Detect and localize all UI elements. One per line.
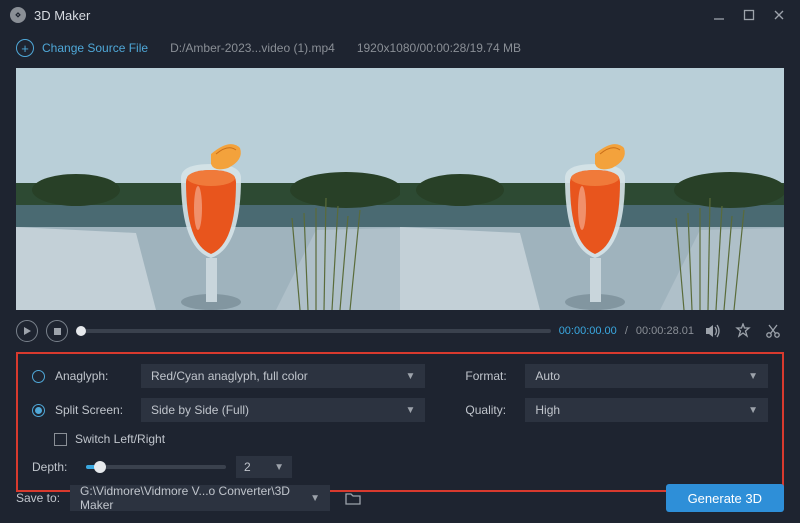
chevron-down-icon: ▼	[405, 405, 415, 416]
duration-time: 00:00:28.01	[636, 325, 694, 337]
save-to-label: Save to:	[16, 491, 60, 505]
minimize-button[interactable]	[704, 0, 734, 30]
playback-bar: 00:00:00.00 / 00:00:28.01	[16, 316, 784, 346]
settings-panel: Anaglyph: Red/Cyan anaglyph, full color …	[16, 352, 784, 492]
anaglyph-label: Anaglyph:	[55, 369, 131, 383]
depth-label: Depth:	[32, 460, 76, 474]
save-path-dropdown[interactable]: G:\Vidmore\Vidmore V...o Converter\3D Ma…	[70, 485, 330, 511]
anaglyph-radio[interactable]	[32, 370, 45, 383]
anaglyph-dropdown[interactable]: Red/Cyan anaglyph, full color ▼	[141, 364, 425, 388]
preview-right-pane	[400, 68, 784, 310]
duration-separator: /	[625, 325, 628, 337]
format-label: Format:	[465, 369, 515, 383]
open-folder-button[interactable]	[340, 485, 366, 511]
depth-thumb[interactable]	[94, 461, 106, 473]
format-value: Auto	[535, 369, 560, 383]
split-screen-value: Side by Side (Full)	[151, 403, 249, 417]
anaglyph-value: Red/Cyan anaglyph, full color	[151, 369, 308, 383]
cut-button[interactable]	[762, 320, 784, 342]
play-button[interactable]	[16, 320, 38, 342]
save-path-value: G:\Vidmore\Vidmore V...o Converter\3D Ma…	[80, 484, 310, 512]
depth-slider[interactable]	[86, 465, 226, 469]
quality-dropdown[interactable]: High ▼	[525, 398, 768, 422]
chevron-down-icon: ▼	[748, 405, 758, 416]
depth-value: 2	[244, 460, 251, 474]
progress-thumb[interactable]	[76, 326, 86, 336]
split-screen-radio[interactable]	[32, 404, 45, 417]
stop-button[interactable]	[46, 320, 68, 342]
split-screen-dropdown[interactable]: Side by Side (Full) ▼	[141, 398, 425, 422]
maximize-button[interactable]	[734, 0, 764, 30]
titlebar: ⋄ 3D Maker	[0, 0, 800, 30]
snapshot-button[interactable]	[732, 320, 754, 342]
plus-icon: +	[16, 39, 34, 57]
current-time: 00:00:00.00	[559, 325, 617, 337]
format-dropdown[interactable]: Auto ▼	[525, 364, 768, 388]
app-icon: ⋄	[10, 7, 26, 23]
change-source-button[interactable]: + Change Source File	[16, 39, 148, 57]
close-button[interactable]	[764, 0, 794, 30]
volume-button[interactable]	[702, 320, 724, 342]
progress-track[interactable]	[76, 329, 551, 333]
change-source-label: Change Source File	[42, 41, 148, 55]
source-path: D:/Amber-2023...video (1).mp4	[170, 41, 335, 55]
preview-left-pane	[16, 68, 400, 310]
footer: Save to: G:\Vidmore\Vidmore V...o Conver…	[16, 483, 784, 513]
preview-scene-left	[16, 68, 400, 310]
source-meta: 1920x1080/00:00:28/19.74 MB	[357, 41, 521, 55]
depth-value-dropdown[interactable]: 2 ▼	[236, 456, 292, 478]
generate-3d-button[interactable]: Generate 3D	[666, 484, 784, 512]
chevron-down-icon: ▼	[310, 493, 320, 504]
video-preview	[16, 68, 784, 310]
chevron-down-icon: ▼	[748, 371, 758, 382]
quality-value: High	[535, 403, 560, 417]
chevron-down-icon: ▼	[274, 462, 284, 473]
source-row: + Change Source File D:/Amber-2023...vid…	[0, 34, 800, 62]
switch-lr-label: Switch Left/Right	[75, 432, 165, 446]
split-screen-label: Split Screen:	[55, 403, 131, 417]
chevron-down-icon: ▼	[405, 371, 415, 382]
switch-lr-checkbox[interactable]	[54, 433, 67, 446]
quality-label: Quality:	[465, 403, 515, 417]
preview-scene-right	[400, 68, 784, 310]
app-title: 3D Maker	[34, 8, 90, 23]
